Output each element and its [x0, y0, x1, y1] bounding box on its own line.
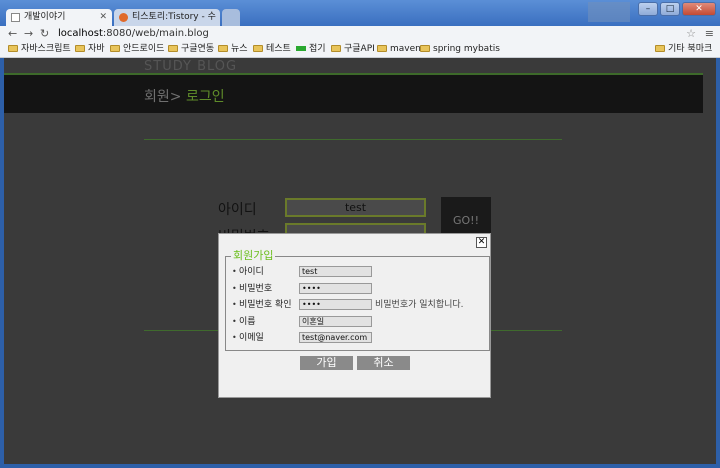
divider	[144, 139, 562, 140]
maximize-button[interactable]: □	[660, 2, 680, 16]
forward-icon[interactable]: →	[24, 26, 33, 42]
signup-legend: 회원가입	[231, 249, 276, 263]
close-icon[interactable]: ✕	[476, 237, 487, 248]
bookmark-link[interactable]: 접기	[296, 42, 326, 57]
bookmark-folder[interactable]: 안드로이드	[110, 42, 164, 57]
bookmarks-bar: 자바스크립트 자바 안드로이드 구글연동 뉴스 테스트 접기 구글API mav…	[0, 42, 720, 58]
field-row-id: • 아이디 test	[232, 266, 482, 278]
bookmark-folder[interactable]: 구글연동	[168, 42, 214, 57]
folder-icon	[420, 45, 430, 52]
field-label: 비밀번호 확인	[239, 300, 292, 310]
tab-active[interactable]: 개발이야기 ✕	[6, 9, 112, 26]
signup-id-input[interactable]: test	[299, 266, 372, 277]
minimize-button[interactable]: –	[638, 2, 658, 16]
address-bar[interactable]: localhost:8080/web/main.blog	[58, 27, 698, 41]
close-window-button[interactable]: ✕	[682, 2, 716, 16]
browser-toolbar: ← → ↻ localhost:8080/web/main.blog ☆ ≡	[0, 26, 720, 42]
signup-name-input[interactable]: 이혼일	[299, 316, 372, 327]
new-tab-button[interactable]	[222, 9, 240, 26]
bookmark-folder[interactable]: 자바스크립트	[8, 42, 71, 57]
field-row-email: • 이메일 test@naver.com	[232, 332, 482, 344]
bookmark-folder[interactable]: maven	[377, 42, 421, 57]
tab-title: 티스토리:Tistory - 수	[132, 12, 216, 22]
url-path: :8080/web/main.blog	[102, 28, 209, 39]
field-label: 비밀번호	[239, 284, 273, 294]
field-label: 이름	[239, 317, 256, 327]
window-titlebar: 개발이야기 ✕ 티스토리:Tistory - 수 – □ ✕	[0, 0, 720, 26]
bookmark-folder[interactable]: 구글API	[331, 42, 375, 57]
password-match-hint: 비밀번호가 일치합니다.	[375, 300, 464, 310]
join-button[interactable]: 가입	[300, 356, 353, 370]
window-decoration	[588, 2, 630, 22]
bookmark-folder[interactable]: 테스트	[253, 42, 291, 57]
bullet-icon: •	[232, 300, 237, 309]
bookmark-star-icon[interactable]: ☆	[686, 26, 696, 42]
signup-password-input[interactable]: ••••	[299, 283, 372, 294]
bookmark-folder[interactable]: 자바	[75, 42, 105, 57]
nav-band	[4, 75, 703, 113]
folder-icon	[8, 45, 18, 52]
signup-password-confirm-input[interactable]: ••••	[299, 299, 372, 310]
fold-icon	[296, 46, 306, 51]
tistory-icon	[119, 13, 128, 22]
login-id-input[interactable]: test	[285, 198, 426, 217]
bullet-icon: •	[232, 333, 237, 342]
folder-icon	[253, 45, 263, 52]
breadcrumb-parent: 회원>	[144, 89, 182, 105]
breadcrumb-current: 로그인	[181, 89, 225, 105]
field-row-password: • 비밀번호 ••••	[232, 283, 482, 295]
cancel-button[interactable]: 취소	[357, 356, 410, 370]
folder-icon	[75, 45, 85, 52]
signup-dialog: ✕ 회원가입 • 아이디 test • 비밀번호 •••• • 비밀번호 확인 …	[218, 233, 491, 398]
reload-icon[interactable]: ↻	[40, 26, 49, 42]
scrollbar[interactable]	[703, 58, 716, 464]
folder-icon	[168, 45, 178, 52]
menu-icon[interactable]: ≡	[705, 26, 714, 42]
tab-close-icon[interactable]: ✕	[99, 9, 107, 26]
bookmark-folder[interactable]: 뉴스	[218, 42, 248, 57]
field-row-password-confirm: • 비밀번호 확인 •••• 비밀번호가 일치합니다.	[232, 299, 482, 311]
bullet-icon: •	[232, 317, 237, 326]
breadcrumb: 회원> 로그인	[144, 86, 225, 106]
other-bookmarks[interactable]: 기타 북마크	[655, 42, 712, 57]
signup-fieldset: 회원가입 • 아이디 test • 비밀번호 •••• • 비밀번호 확인 ••…	[225, 249, 490, 351]
page-icon	[11, 13, 20, 22]
folder-icon	[377, 45, 387, 52]
back-icon[interactable]: ←	[8, 26, 17, 42]
tab-tistory[interactable]: 티스토리:Tistory - 수	[114, 9, 220, 26]
tab-title: 개발이야기	[24, 12, 66, 22]
field-label: 이메일	[239, 333, 264, 343]
login-id-label: 아이디	[218, 202, 257, 218]
bullet-icon: •	[232, 284, 237, 293]
folder-icon	[110, 45, 120, 52]
bullet-icon: •	[232, 267, 237, 276]
field-row-name: • 이름 이혼일	[232, 316, 482, 328]
folder-icon	[331, 45, 341, 52]
folder-icon	[218, 45, 228, 52]
signup-email-input[interactable]: test@naver.com	[299, 332, 372, 343]
folder-icon	[655, 45, 665, 52]
bookmark-folder[interactable]: spring mybatis	[420, 42, 500, 57]
url-host: localhost	[58, 28, 103, 39]
field-label: 아이디	[239, 267, 264, 277]
